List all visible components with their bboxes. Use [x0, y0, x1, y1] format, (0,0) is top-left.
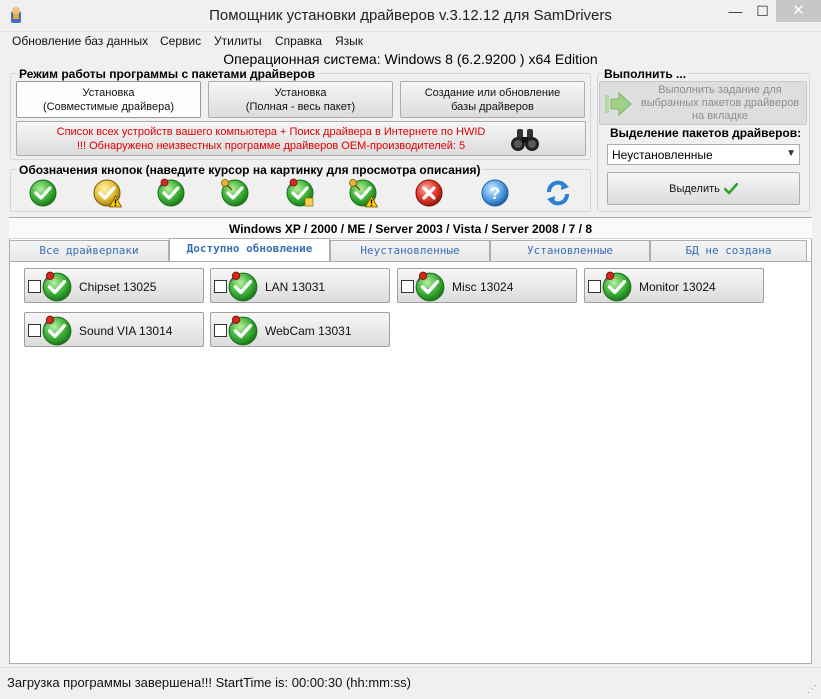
maximize-button[interactable]: ☐ — [749, 0, 776, 22]
title-bar: Помощник установки драйверов v.3.12.12 д… — [0, 0, 821, 32]
window-title: Помощник установки драйверов v.3.12.12 д… — [209, 7, 612, 24]
driver-label: Chipset 13025 — [79, 280, 157, 294]
status-bar: Загрузка программы завершена!!! StartTim… — [0, 667, 821, 699]
mode-group-title: Режим работы программы с пакетами драйве… — [17, 67, 317, 81]
install-compatible-line2: (Совместимые драйвера) — [43, 100, 174, 113]
menu-service[interactable]: Сервис — [160, 34, 201, 48]
driver-checkbox[interactable] — [214, 324, 227, 337]
menu-language[interactable]: Язык — [335, 34, 363, 48]
execute-task-button[interactable]: Выполнить задание для выбранных пакетов … — [599, 81, 807, 125]
install-full-button[interactable]: Установка (Полная - весь пакет) — [208, 81, 393, 118]
refresh-icon — [547, 180, 569, 206]
pinned-ok-icon — [41, 271, 73, 303]
error-icon — [415, 179, 443, 207]
menu-utilities[interactable]: Утилиты — [214, 34, 262, 48]
pinned-ok-icon — [227, 271, 259, 303]
arrow-right-icon — [605, 91, 632, 117]
os-tab-title[interactable]: Windows XP / 2000 / ME / Server 2003 / V… — [9, 218, 812, 239]
driver-checkbox[interactable] — [401, 280, 414, 293]
status-text: Загрузка программы завершена!!! StartTim… — [7, 675, 411, 690]
warning-ok-icon — [93, 179, 122, 208]
driver-sound-button[interactable]: Sound VIA 13014 — [24, 312, 204, 347]
driver-label: Sound VIA 13014 — [79, 324, 173, 338]
tab-db-not-created[interactable]: БД не создана — [650, 240, 807, 261]
ok-icon — [28, 178, 58, 208]
execute-line1: Выполнить задание для — [658, 83, 782, 96]
execute-line3: на вкладке — [691, 109, 749, 122]
driver-label: LAN 13031 — [265, 280, 326, 294]
chevron-down-icon: ▼ — [786, 148, 796, 159]
binoculars-icon — [511, 129, 539, 151]
pinned-ok-icon — [227, 315, 259, 347]
svg-text:?: ? — [490, 184, 500, 203]
driver-label: WebCam 13031 — [265, 324, 352, 338]
hwid-line2: !!! Обнаружено неизвестных программе дра… — [76, 139, 466, 152]
pinned-ok-icon — [156, 178, 186, 208]
tab-all-driverpacks[interactable]: Все драйверпаки — [9, 240, 169, 261]
hwid-search-button[interactable]: Список всех устройств вашего компьютера … — [16, 121, 586, 156]
select-button-label: Выделить — [669, 182, 720, 195]
help-icon: ? — [481, 179, 509, 207]
menu-bar: Обновление баз данных Сервис Утилиты Спр… — [0, 32, 821, 50]
create-database-button[interactable]: Создание или обновление базы драйверов — [400, 81, 585, 118]
install-compatible-line1: Установка — [82, 86, 135, 99]
resize-grip-icon[interactable]: ⋰ — [807, 684, 817, 695]
select-button[interactable]: Выделить — [607, 172, 800, 205]
hwid-line1: Список всех устройств вашего компьютера … — [56, 125, 486, 138]
key-ok-icon — [220, 178, 250, 208]
driver-monitor-button[interactable]: Monitor 13024 — [584, 268, 764, 303]
tab-update-available[interactable]: Доступно обновление — [169, 238, 330, 261]
selection-value: Неустановленные — [612, 148, 713, 162]
execute-line2: выбранных пакетов драйверов — [640, 96, 800, 109]
pinned-ok-icon — [41, 315, 73, 347]
create-database-line1: Создание или обновление — [424, 86, 561, 99]
pinned-ok-icon — [414, 271, 446, 303]
install-full-line2: (Полная - весь пакет) — [245, 100, 356, 113]
selection-dropdown[interactable]: Неустановленные ▼ — [607, 144, 800, 165]
pinned-update-icon — [285, 178, 315, 208]
minimize-button[interactable]: — — [722, 0, 749, 22]
driver-checkbox[interactable] — [28, 324, 41, 337]
driver-misc-button[interactable]: Misc 13024 — [397, 268, 577, 303]
install-full-line1: Установка — [274, 86, 327, 99]
tab-divider — [9, 261, 812, 262]
driver-checkbox[interactable] — [588, 280, 601, 293]
menu-update-databases[interactable]: Обновление баз данных — [12, 34, 148, 48]
create-database-line2: базы драйверов — [451, 100, 534, 113]
key-warning-icon — [348, 178, 378, 208]
selection-title: Выделение пакетов драйверов: — [610, 126, 802, 140]
driver-webcam-button[interactable]: WebCam 13031 — [210, 312, 390, 347]
os-info: Операционная система: Windows 8 (6.2.920… — [223, 51, 598, 67]
driver-checkbox[interactable] — [28, 280, 41, 293]
install-compatible-button[interactable]: Установка (Совместимые драйвера) — [16, 81, 201, 118]
legend-group-title: Обозначения кнопок (наведите курсор на к… — [17, 163, 483, 177]
pinned-ok-icon — [601, 271, 633, 303]
checkmark-icon — [723, 182, 738, 194]
driver-lan-button[interactable]: LAN 13031 — [210, 268, 390, 303]
driver-checkbox[interactable] — [214, 280, 227, 293]
tab-not-installed[interactable]: Неустановленные — [330, 240, 490, 261]
execute-group-title: Выполнить ... — [602, 67, 689, 81]
driver-label: Misc 13024 — [452, 280, 514, 294]
close-button[interactable]: ✕ — [776, 0, 821, 22]
menu-help[interactable]: Справка — [275, 34, 322, 48]
tab-installed[interactable]: Установленные — [490, 240, 650, 261]
driver-chipset-button[interactable]: Chipset 13025 — [24, 268, 204, 303]
driver-label: Monitor 13024 — [639, 280, 716, 294]
